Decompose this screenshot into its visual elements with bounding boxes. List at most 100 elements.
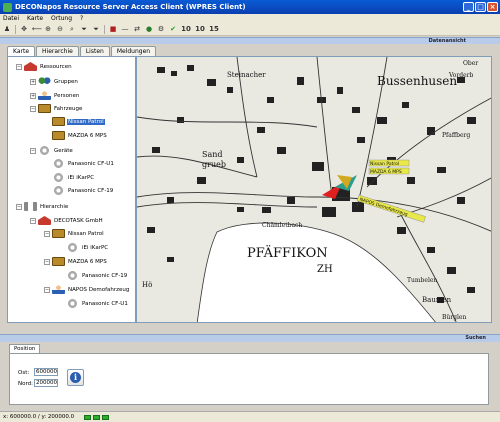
toolbar-separator xyxy=(104,24,105,34)
ressource-icon xyxy=(24,62,37,71)
window-title: DECONapos Resource Server Access Client … xyxy=(15,3,246,11)
search-header[interactable]: Suchen xyxy=(0,334,500,342)
tree-item[interactable]: + Gruppen xyxy=(30,76,79,87)
collapse-icon[interactable]: − xyxy=(44,230,50,237)
minimize-button[interactable]: _ xyxy=(463,2,474,12)
nord-input[interactable] xyxy=(34,379,58,387)
tree-item[interactable]: Panasonic CF-19 xyxy=(58,270,128,281)
map-label: grueb xyxy=(202,160,226,169)
tree-item[interactable]: Panasonic CF-19 xyxy=(44,185,114,196)
status-light-icon xyxy=(102,414,110,420)
tree-item-label: DECOTASK GmbH xyxy=(54,217,103,224)
map-label: Vorderb xyxy=(448,72,474,79)
interval-10-button[interactable]: 10 xyxy=(181,25,191,33)
ost-input[interactable] xyxy=(34,368,58,376)
group-icon xyxy=(38,77,51,86)
tree-item-label: iEi iKarPC xyxy=(82,244,109,251)
collapse-icon[interactable]: − xyxy=(16,63,22,70)
marker-label-mazda: MAZDA 6 MPS xyxy=(370,169,402,175)
device-icon xyxy=(52,186,65,195)
filter-clear-icon[interactable]: ⏷ xyxy=(92,25,100,34)
stop-icon[interactable]: ■ xyxy=(109,25,117,33)
maximize-button[interactable]: □ xyxy=(475,2,486,12)
filter-icon[interactable]: ⏷ xyxy=(80,25,88,34)
interval-10b-button[interactable]: 10 xyxy=(195,25,205,33)
tree-item[interactable]: − NAPOS Demofahrzeug xyxy=(44,284,130,295)
tree-item[interactable]: + Personen xyxy=(30,90,80,101)
tree-item[interactable]: iEi iKarPC xyxy=(44,172,95,183)
menu-karte[interactable]: Karte xyxy=(27,15,43,22)
tree-item[interactable]: − MAZDA 6 MPS xyxy=(44,256,108,267)
tree-item[interactable]: Nissan Patrol xyxy=(44,116,105,127)
record-icon[interactable]: ● xyxy=(145,25,153,33)
status-bar: x: 600000.0 / y: 200000.0 xyxy=(0,411,500,422)
zoom-out-icon[interactable]: ⊖ xyxy=(56,25,64,33)
map-view[interactable]: Steinacher Bussenhusen Sand grueb PFÄFFI… xyxy=(136,56,492,323)
vehicle-icon xyxy=(52,131,65,140)
tree-item-label: NAPOS Demofahrzeug xyxy=(68,286,130,293)
expand-icon[interactable]: + xyxy=(30,78,36,85)
tree-item-label: Panasonic CF-19 xyxy=(68,187,114,194)
settings-icon[interactable]: ⚙ xyxy=(157,25,165,33)
back-icon[interactable]: ⟵ xyxy=(32,25,42,33)
status-light-icon xyxy=(84,414,92,420)
map-label: Bürglen xyxy=(442,314,466,321)
tree-item[interactable]: Panasonic CF-U1 xyxy=(58,298,129,309)
collapse-icon[interactable]: − xyxy=(44,286,50,293)
tree-item[interactable]: Panasonic CF-U1 xyxy=(44,158,115,169)
ressource-icon xyxy=(38,216,51,225)
tree-item-label: Panasonic CF-19 xyxy=(82,272,128,279)
tree-item[interactable]: − Fahrzeuge xyxy=(30,103,83,114)
expand-icon[interactable]: + xyxy=(30,92,36,99)
device-icon xyxy=(52,173,65,182)
map-label: Bussenhusen xyxy=(377,74,457,88)
tree-item-label: Fahrzeuge xyxy=(54,105,83,112)
zoom-in-icon[interactable]: ⊕ xyxy=(44,25,52,33)
tree-item-label: Geräte xyxy=(54,147,73,154)
tree-item[interactable]: − Geräte xyxy=(30,145,74,156)
collapse-icon[interactable]: − xyxy=(30,217,36,224)
menu-datei[interactable]: Datei xyxy=(3,15,19,22)
device-icon xyxy=(52,159,65,168)
tree-item[interactable]: iEi iKarPC xyxy=(58,242,109,253)
resource-tree[interactable]: − Ressourcen + Gruppen + Personen − Fahrzeuge Ni… xyxy=(7,56,136,323)
toolbar: ♟ ✥ ⟵ ⊕ ⊖ ⌕ ⏷ ⏷ ■ — ⇄ ● ⚙ ✔ 10 10 15 xyxy=(0,23,500,36)
map-label: Chämletbach xyxy=(262,222,302,229)
interval-15-button[interactable]: 15 xyxy=(209,25,219,33)
device-icon xyxy=(66,271,79,280)
tree-item[interactable]: − Nissan Patrol xyxy=(44,228,105,239)
close-button[interactable]: × xyxy=(487,2,498,12)
route-icon[interactable]: ⇄ xyxy=(133,25,141,33)
check-icon[interactable]: ✔ xyxy=(169,25,177,33)
map-canvas[interactable]: Steinacher Bussenhusen Sand grueb PFÄFFI… xyxy=(137,57,492,323)
pan-icon[interactable]: ✥ xyxy=(20,25,28,33)
tree-item-label: Personen xyxy=(54,92,80,99)
tab-meldungen[interactable]: Meldungen xyxy=(110,46,157,56)
collapse-icon[interactable]: − xyxy=(30,147,36,154)
map-label: PFÄFFIKON xyxy=(247,244,328,261)
collapse-icon[interactable]: − xyxy=(44,258,50,265)
map-label: Tumbelen xyxy=(407,277,437,284)
menu-ortung[interactable]: Ortung xyxy=(51,15,72,22)
search-icon[interactable]: ⌕ xyxy=(68,25,76,34)
collapse-icon[interactable]: − xyxy=(16,203,22,210)
tree-item-label: Nissan Patrol xyxy=(67,118,105,125)
tab-karte[interactable]: Karte xyxy=(7,46,36,56)
info-button[interactable]: i xyxy=(67,369,84,386)
tree-item-label: MAZDA 6 MPS xyxy=(68,132,107,139)
tree-item[interactable]: − Hierarchie xyxy=(16,201,69,212)
tree-item[interactable]: − Ressourcen xyxy=(16,61,73,72)
tab-hierarchie[interactable]: Hierarchie xyxy=(36,46,79,56)
device-icon xyxy=(38,146,51,155)
tree-item[interactable]: MAZDA 6 MPS xyxy=(44,130,108,141)
minus-icon[interactable]: — xyxy=(121,25,129,33)
tree-item-label: Ressourcen xyxy=(40,63,72,70)
person-icon[interactable]: ♟ xyxy=(3,25,11,33)
tab-position[interactable]: Position xyxy=(9,344,41,353)
menu-help[interactable]: ? xyxy=(80,15,83,22)
tab-listen[interactable]: Listen xyxy=(79,46,110,56)
tree-item[interactable]: − DECOTASK GmbH xyxy=(30,215,104,226)
device-icon xyxy=(66,299,79,308)
collapse-icon[interactable]: − xyxy=(30,105,36,112)
marker-label-nissan: Nissan Patrol xyxy=(370,161,399,167)
